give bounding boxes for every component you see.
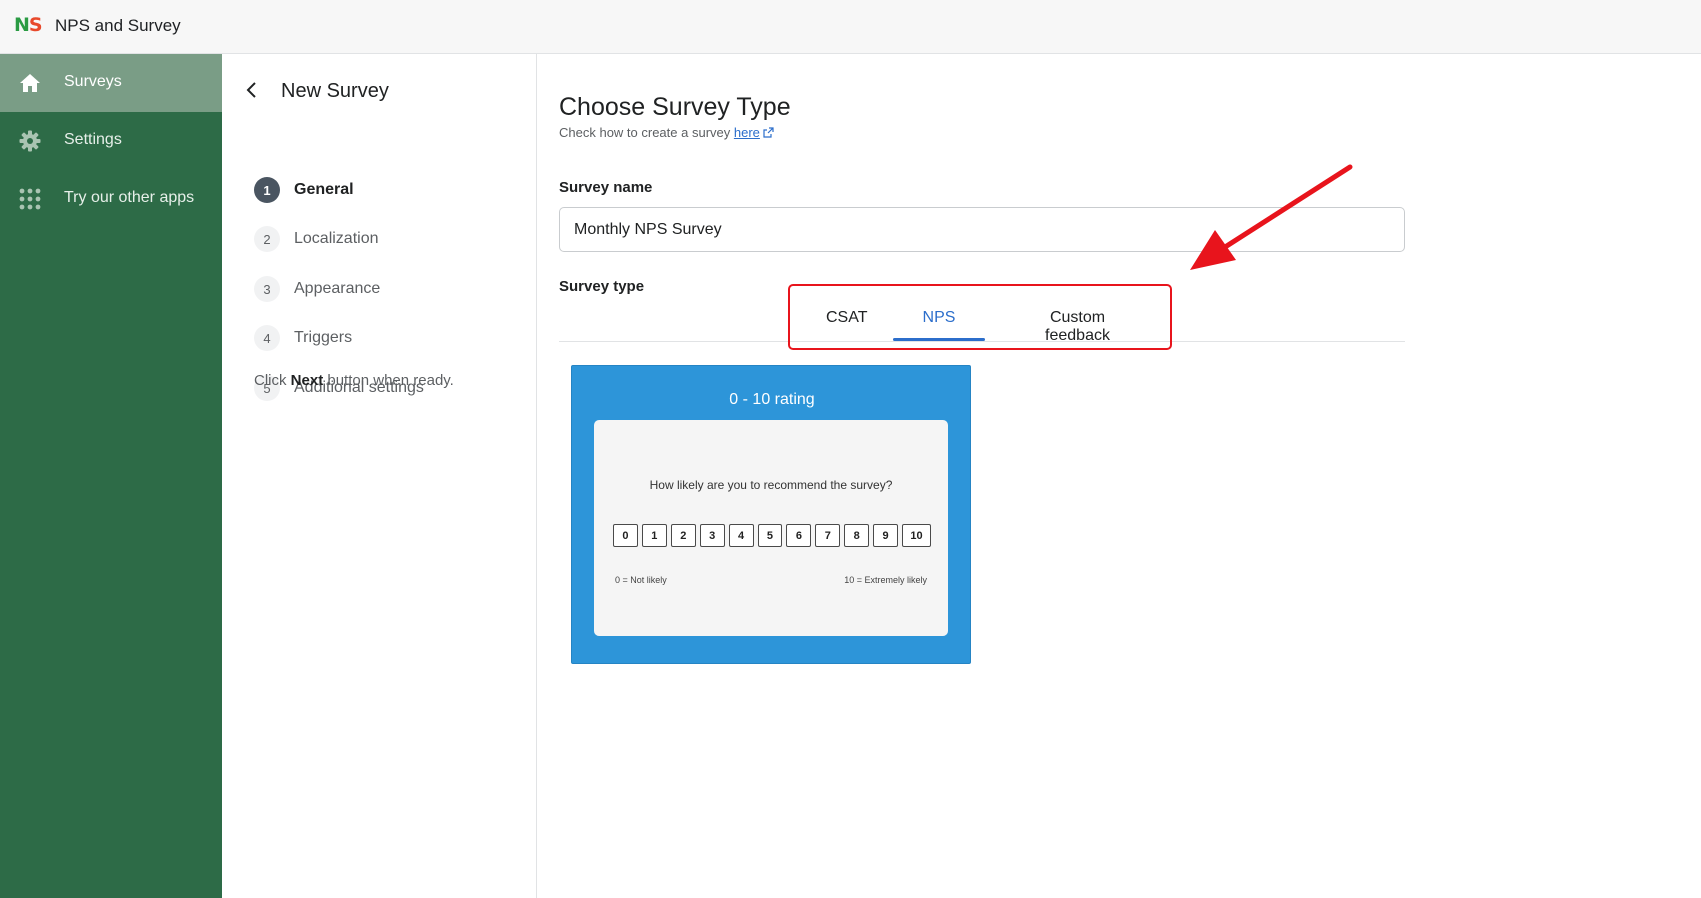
app-logo: NS	[14, 14, 43, 36]
sidebar-item-label: Settings	[64, 131, 122, 148]
rating-option-4[interactable]: 4	[728, 524, 754, 547]
app-title: NPS and Survey	[55, 16, 181, 35]
page-title: Choose Survey Type	[559, 93, 791, 121]
step-localization[interactable]: 2 Localization	[254, 225, 379, 253]
top-bar: NS NPS and Survey	[0, 0, 1701, 54]
rating-option-2[interactable]: 2	[670, 524, 696, 547]
rating-option-6[interactable]: 6	[786, 524, 812, 547]
rating-option-0[interactable]: 0	[613, 524, 638, 547]
rating-option-9[interactable]: 9	[873, 524, 899, 547]
preview-survey-widget: How likely are you to recommend the surv…	[594, 420, 948, 636]
next-hint: Click Next button when ready.	[254, 372, 454, 389]
step-label: General	[294, 181, 354, 198]
step-number: 2	[254, 226, 280, 252]
gear-icon	[19, 130, 41, 152]
step-number: 4	[254, 325, 280, 351]
rating-option-10[interactable]: 10	[902, 524, 931, 547]
sidebar-item-surveys[interactable]: Surveys	[0, 54, 222, 112]
apps-grid-icon	[19, 188, 41, 210]
survey-type-label: Survey type	[559, 278, 645, 295]
annotation-highlight-box	[788, 284, 1172, 350]
nps-preview-card[interactable]: 0 - 10 rating How likely are you to reco…	[571, 365, 971, 664]
sidebar-item-label: Try our other apps	[64, 189, 195, 206]
preview-title: 0 - 10 rating	[729, 391, 815, 408]
survey-name-label: Survey name	[559, 179, 653, 196]
step-number: 1	[254, 177, 280, 203]
rating-option-3[interactable]: 3	[699, 524, 725, 547]
step-general[interactable]: 1 General	[254, 176, 354, 204]
rating-option-5[interactable]: 5	[757, 524, 783, 547]
rating-option-7[interactable]: 7	[815, 524, 841, 547]
preview-question: How likely are you to recommend the surv…	[649, 478, 893, 492]
page-subtitle: Check how to create a survey here	[559, 125, 774, 140]
step-triggers[interactable]: 4 Triggers	[254, 324, 352, 352]
step-label: Triggers	[294, 329, 353, 346]
rating-scale: 0 1 2 3 4 5 6 7 8 9 10	[613, 524, 931, 547]
help-link[interactable]: here	[734, 125, 760, 140]
rating-option-1[interactable]: 1	[641, 524, 667, 547]
home-icon	[20, 74, 40, 92]
external-link-icon[interactable]	[763, 127, 774, 138]
chevron-left-icon[interactable]	[244, 79, 260, 101]
steps-panel: New Survey 1 General 2 Localization 3 Ap…	[222, 54, 537, 898]
sidebar: Surveys Settings Try our other apps	[0, 54, 222, 898]
sidebar-item-label: Surveys	[64, 73, 122, 90]
sidebar-item-other-apps[interactable]: Try our other apps	[0, 170, 222, 228]
scale-min-label: 0 = Not likely	[615, 575, 667, 585]
step-label: Localization	[294, 230, 379, 247]
annotation-arrow-icon	[1190, 164, 1353, 270]
scale-max-label: 10 = Extremely likely	[844, 575, 927, 585]
steps-title: New Survey	[281, 80, 389, 102]
step-label: Appearance	[294, 280, 381, 297]
step-number: 3	[254, 276, 280, 302]
sidebar-item-settings[interactable]: Settings	[0, 112, 222, 170]
rating-option-8[interactable]: 8	[844, 524, 870, 547]
step-appearance[interactable]: 3 Appearance	[254, 275, 380, 303]
